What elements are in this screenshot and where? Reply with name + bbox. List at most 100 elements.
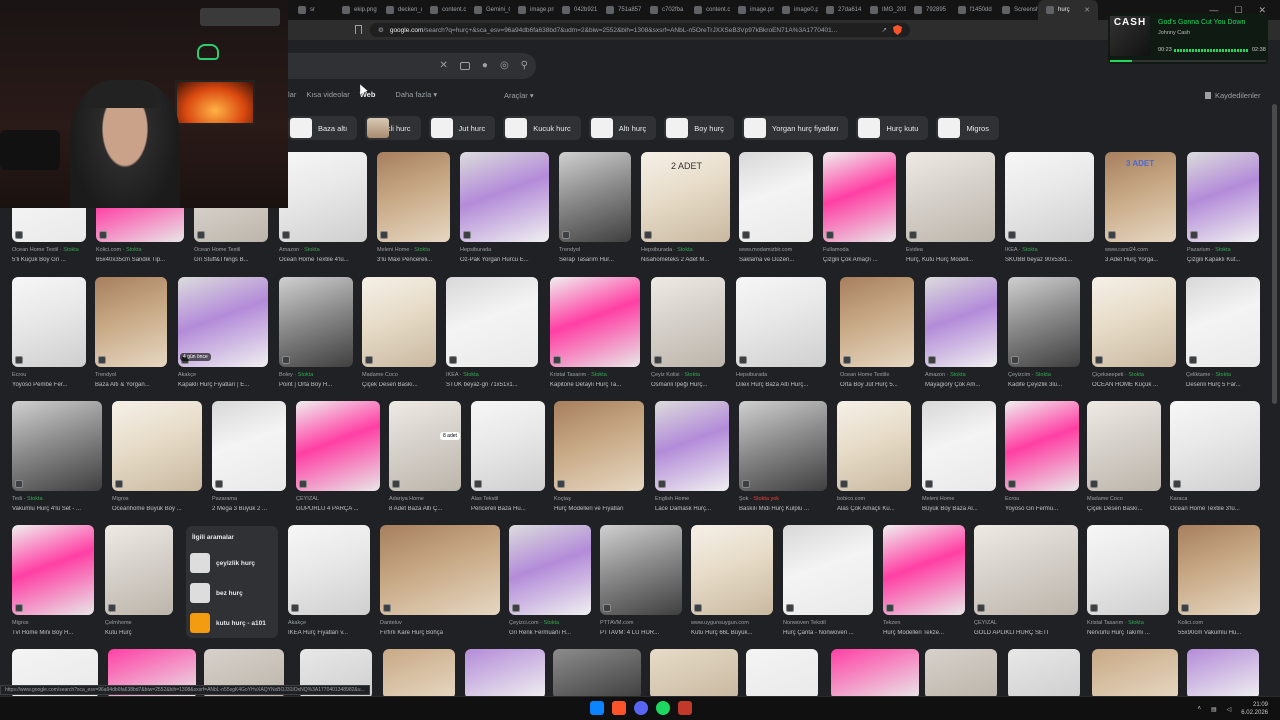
result-source[interactable]: Evidea: [906, 247, 1001, 253]
result-image[interactable]: [12, 277, 86, 367]
result-source[interactable]: ÇEYİZAL: [974, 620, 1084, 626]
browser-tab[interactable]: 792895: [906, 0, 950, 20]
result-image[interactable]: [279, 277, 353, 367]
result-image[interactable]: [1092, 649, 1178, 699]
result-title[interactable]: Çiçek Desen Baskı...: [1087, 506, 1167, 512]
result-image[interactable]: [739, 152, 813, 242]
result-image[interactable]: [465, 649, 545, 699]
result-title[interactable]: 3'lü Maxi Pencereli...: [377, 257, 456, 263]
browser-tab[interactable]: sr: [290, 0, 334, 20]
result-title[interactable]: OCEAN HOME Küçük ...: [1092, 382, 1182, 388]
filter-chip[interactable]: Migros: [936, 116, 999, 140]
result-title[interactable]: GOLD APLİKLİ HURÇ SETİ: [974, 630, 1084, 636]
result-image[interactable]: [383, 649, 455, 699]
result-image[interactable]: [460, 152, 549, 242]
browser-tab[interactable]: 27da614: [818, 0, 862, 20]
result-source[interactable]: Pazarama: [212, 496, 292, 502]
result-source[interactable]: Çeliktame · Stokta: [1186, 372, 1266, 378]
browser-tab[interactable]: decken_d: [378, 0, 422, 20]
result-title[interactable]: Çiçek Desen Baskı...: [362, 382, 442, 388]
result-image[interactable]: [1178, 525, 1260, 615]
result-title[interactable]: Pencereli Baza Hu...: [471, 506, 551, 512]
result-title[interactable]: GÜPÜRLÜ 4 PARÇA ...: [296, 506, 386, 512]
result-source[interactable]: Akakçe: [288, 620, 376, 626]
result-source[interactable]: Madame Coco: [362, 372, 442, 378]
result-title[interactable]: Tvl Home Mini Boy H...: [12, 630, 100, 636]
result-title[interactable]: Desenli Hurç 5 Far...: [1186, 382, 1266, 388]
filter-chip[interactable]: Yorgan hurç fiyatları: [741, 116, 849, 140]
browser-tab[interactable]: image0.p: [774, 0, 818, 20]
result-source[interactable]: Amazon · Stokta: [925, 372, 1003, 378]
result-image[interactable]: [553, 649, 641, 699]
result-image[interactable]: [1008, 649, 1080, 699]
result-source[interactable]: Ecrou: [1005, 496, 1085, 502]
result-title[interactable]: Oceanhome Büyük Boy ...: [112, 506, 208, 512]
result-image[interactable]: [377, 152, 450, 242]
nav-tab[interactable]: Daha fazla ▾: [395, 90, 447, 102]
result-image[interactable]: [823, 152, 896, 242]
result-source[interactable]: Çiçekseepeti · Stokta: [1092, 372, 1182, 378]
result-image[interactable]: [1005, 152, 1094, 242]
site-info-icon[interactable]: ⚙: [378, 26, 384, 34]
result-source[interactable]: Danteluv: [380, 620, 506, 626]
result-source[interactable]: Ecrou: [12, 372, 92, 378]
result-image[interactable]: [600, 525, 682, 615]
result-title[interactable]: Orta Boy Jüt Hurç 5...: [840, 382, 920, 388]
result-image[interactable]: [212, 401, 286, 491]
result-image[interactable]: [1092, 277, 1176, 367]
result-image[interactable]: [739, 401, 827, 491]
result-image[interactable]: [1170, 401, 1260, 491]
result-source[interactable]: Tekzen: [883, 620, 971, 626]
related-item[interactable]: çeyizlik hurç: [190, 552, 274, 574]
result-title[interactable]: Vakumlu Hurç 4'lü Set - ...: [12, 506, 108, 512]
result-image[interactable]: [906, 152, 995, 242]
result-image[interactable]: [925, 277, 997, 367]
result-title[interactable]: Kutu Hurç: [105, 630, 179, 636]
result-title[interactable]: Hurç Modelleri Tekze...: [883, 630, 971, 636]
result-title[interactable]: Mayagiory Çok Am...: [925, 382, 1003, 388]
result-title[interactable]: 8 Adet Baza Altı Ç...: [389, 506, 467, 512]
result-title[interactable]: Yoyoso Gri Fermu...: [1005, 506, 1085, 512]
result-title[interactable]: Hurç Modelleri ve Fiyatları: [554, 506, 650, 512]
result-source[interactable]: Ocean Home Textil: [194, 247, 274, 253]
result-source[interactable]: Fullamoda: [823, 247, 902, 253]
result-source[interactable]: Çeyiz Kolisi · Stokta: [651, 372, 731, 378]
spotify-icon[interactable]: [656, 701, 670, 715]
brave-icon[interactable]: [612, 701, 626, 715]
result-image[interactable]: [296, 401, 380, 491]
result-image[interactable]: [1187, 649, 1259, 699]
result-title[interactable]: IKEA Hurç Fiyatları v...: [288, 630, 376, 636]
result-source[interactable]: PTTAVM.com: [600, 620, 688, 626]
result-image[interactable]: [883, 525, 965, 615]
result-title[interactable]: Öz-Pak Yorgan Hurcu E...: [460, 257, 555, 263]
share-icon[interactable]: ↗: [882, 26, 887, 34]
result-title[interactable]: Ocean Home Textile 4'lü...: [279, 257, 373, 263]
result-image[interactable]: [559, 152, 631, 242]
result-title[interactable]: 3 Adet Hurç Yorga...: [1105, 257, 1182, 263]
result-source[interactable]: Hepsiburada: [736, 372, 832, 378]
result-image[interactable]: [12, 525, 94, 615]
result-image[interactable]: [974, 525, 1078, 615]
result-source[interactable]: Alas Tekstil: [471, 496, 551, 502]
music-progress[interactable]: [1110, 60, 1266, 62]
tools-button[interactable]: Araçlar ▾: [504, 91, 534, 100]
result-title[interactable]: Kapitone Detaylı Hurç Ta...: [550, 382, 646, 388]
result-title[interactable]: Osmanlı İpeği Hurç...: [651, 382, 731, 388]
app-icon[interactable]: [678, 701, 692, 715]
windows-start-icon[interactable]: [590, 701, 604, 715]
result-image[interactable]: [840, 277, 914, 367]
result-image[interactable]: [655, 401, 729, 491]
filter-chip[interactable]: Boy hurç: [664, 116, 734, 140]
result-title[interactable]: Serap Tasarım Hur...: [559, 257, 637, 263]
result-title[interactable]: Çizgili Kapaklı Kut...: [1187, 257, 1265, 263]
result-source[interactable]: www.modamizbir.com: [739, 247, 819, 253]
result-title[interactable]: Dilex Hurç Baza Altı Hurç...: [736, 382, 832, 388]
result-source[interactable]: Kristal Tasarım · Stokta: [550, 372, 646, 378]
saved-button[interactable]: Kaydedilenler: [1205, 91, 1260, 100]
result-image[interactable]: [12, 401, 102, 491]
result-title[interactable]: Hurç Çanta - Nonwoven ...: [783, 630, 879, 636]
result-source[interactable]: Boley · Stokta: [279, 372, 359, 378]
result-image[interactable]: [509, 525, 591, 615]
result-title[interactable]: Alas Çok Amaçlı Ku...: [837, 506, 917, 512]
result-title[interactable]: Kadife Çeyizlik 3lü...: [1008, 382, 1086, 388]
